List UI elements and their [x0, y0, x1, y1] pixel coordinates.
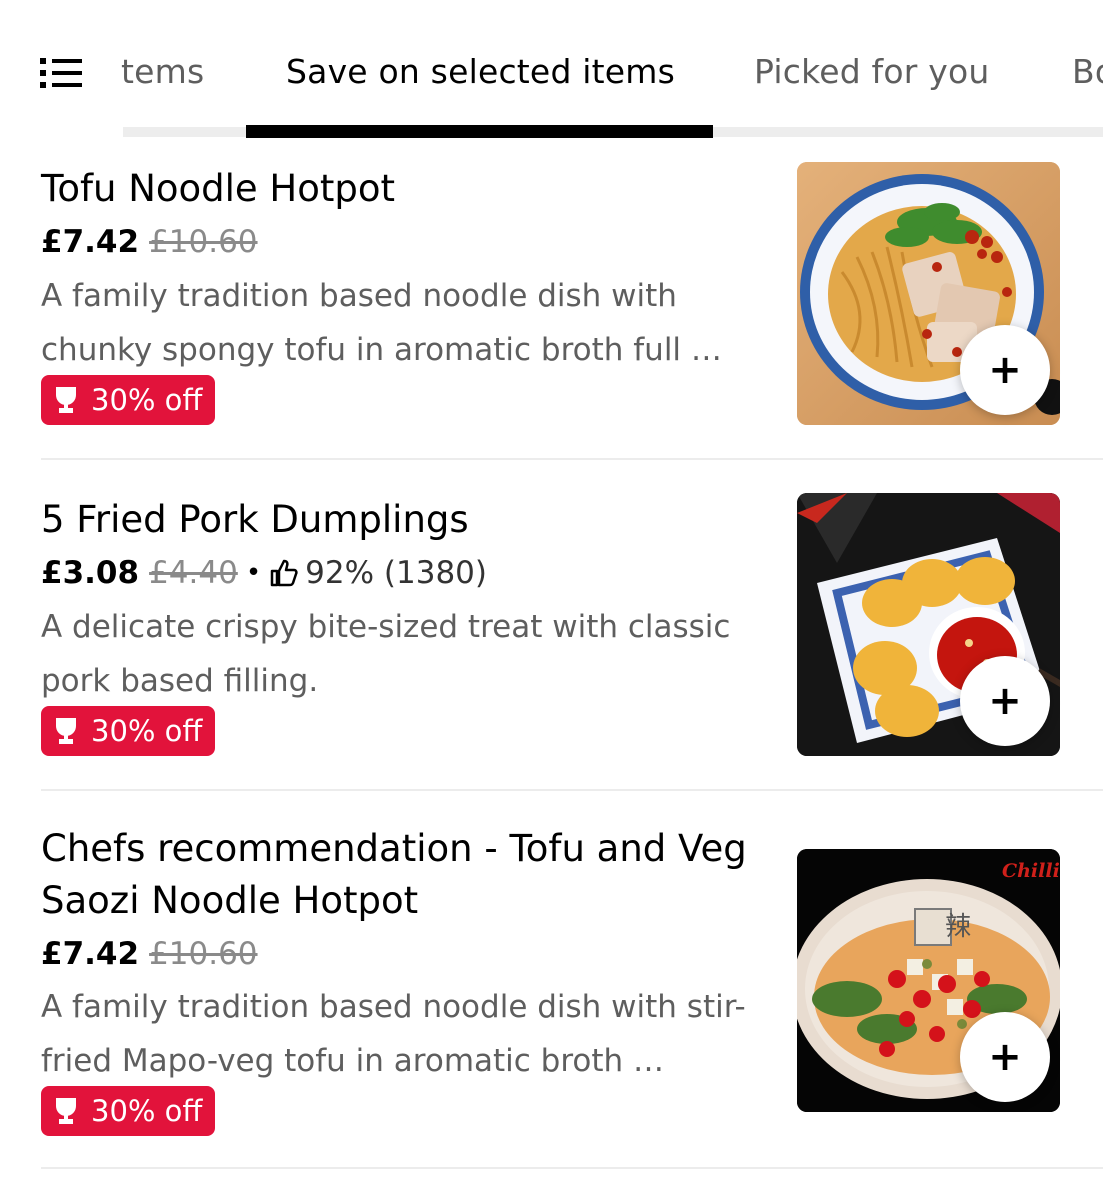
item-old-price: £10.60 — [149, 936, 258, 972]
item-divider — [41, 1167, 1103, 1169]
svg-text:辣: 辣 — [945, 912, 971, 942]
discount-badge: 30% off — [41, 375, 215, 425]
tab-items[interactable]: tems — [121, 52, 204, 91]
item-price: £7.42 — [41, 936, 140, 972]
add-to-cart-button[interactable]: + — [960, 1012, 1050, 1102]
badge-label: 30% off — [91, 1094, 203, 1128]
discount-badge: 30% off — [41, 706, 215, 756]
tab-picked-for-you[interactable]: Picked for you — [754, 52, 989, 91]
active-tab-indicator — [246, 125, 713, 138]
separator-dot: • — [245, 558, 262, 588]
item-price: £7.42 — [41, 224, 140, 260]
item-rating: 92% (1380) — [305, 555, 487, 591]
item-description: A delicate crispy bite-sized treat with … — [41, 609, 731, 699]
badge-label: 30% off — [91, 714, 203, 748]
list-menu-icon[interactable] — [40, 56, 82, 90]
add-to-cart-button[interactable]: + — [960, 325, 1050, 415]
item-description: A family tradition based noodle dish wit… — [41, 989, 746, 1079]
item-price-row: £7.42 £10.60 — [41, 222, 258, 262]
item-title: Chefs recommendation - Tofu and Veg Saoz… — [41, 827, 747, 922]
image-logo-text: Chilli I — [1002, 860, 1060, 882]
badge-label: 30% off — [91, 383, 203, 417]
item-price-row: £7.42 £10.60 — [41, 934, 258, 974]
trophy-icon — [56, 1098, 76, 1124]
trophy-icon — [56, 387, 76, 413]
item-title: 5 Fried Pork Dumplings — [41, 498, 469, 541]
item-old-price: £10.60 — [149, 224, 258, 260]
item-divider — [41, 789, 1103, 791]
item-price-row: £3.08 £4.40 • 92% (1380) — [41, 553, 487, 593]
item-price: £3.08 — [41, 555, 140, 591]
category-tab-bar: tems Save on selected items Picked for y… — [0, 0, 1103, 140]
tab-next[interactable]: Bo — [1072, 52, 1103, 91]
add-to-cart-button[interactable]: + — [960, 656, 1050, 746]
item-divider — [41, 458, 1103, 460]
item-title: Tofu Noodle Hotpot — [41, 167, 396, 210]
item-old-price: £4.40 — [149, 555, 238, 591]
thumbs-up-icon — [270, 559, 298, 587]
item-description: A family tradition based noodle dish wit… — [41, 278, 722, 368]
discount-badge: 30% off — [41, 1086, 215, 1136]
trophy-icon — [56, 718, 76, 744]
tab-save-on-selected-items[interactable]: Save on selected items — [286, 52, 675, 91]
